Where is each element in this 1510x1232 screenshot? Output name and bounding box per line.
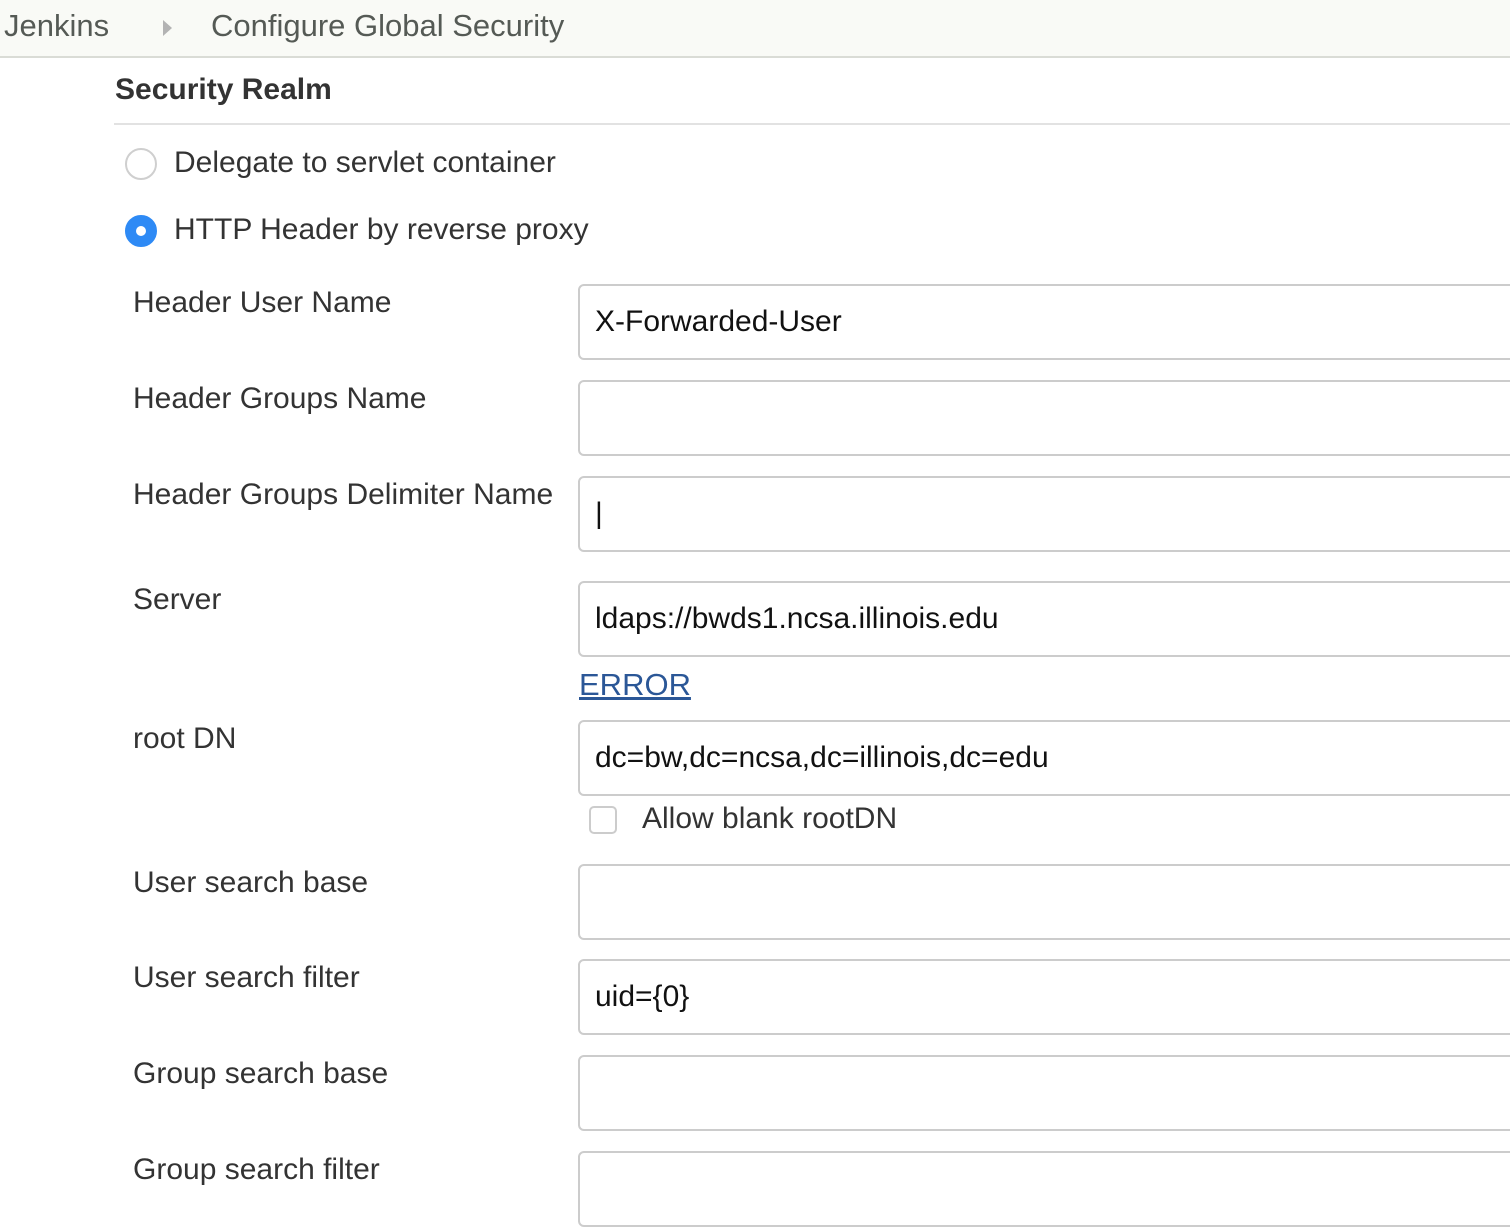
group-search-base-input[interactable] bbox=[578, 1055, 1510, 1131]
allow-blank-rootdn-checkbox[interactable] bbox=[589, 806, 617, 834]
server-label: Server bbox=[133, 583, 222, 616]
header-user-name-label: Header User Name bbox=[133, 286, 392, 319]
header-user-name-input[interactable] bbox=[578, 284, 1510, 360]
header-groups-delimiter-label: Header Groups Delimiter Name bbox=[133, 478, 554, 511]
user-search-filter-input[interactable] bbox=[578, 959, 1510, 1035]
server-input[interactable] bbox=[578, 581, 1510, 657]
header-groups-delimiter-input[interactable] bbox=[578, 476, 1510, 552]
root-dn-label: root DN bbox=[133, 722, 237, 755]
root-dn-input[interactable] bbox=[578, 720, 1510, 796]
radio-http-header-proxy-label: HTTP Header by reverse proxy bbox=[174, 213, 589, 246]
breadcrumb-separator-icon[interactable] bbox=[163, 20, 172, 36]
radio-http-header-proxy[interactable] bbox=[125, 215, 157, 247]
server-error-link[interactable]: ERROR bbox=[579, 667, 691, 703]
group-search-filter-label: Group search filter bbox=[133, 1153, 380, 1186]
user-search-base-input[interactable] bbox=[578, 864, 1510, 940]
breadcrumb-jenkins-link[interactable]: Jenkins bbox=[4, 8, 109, 44]
breadcrumb-current-page[interactable]: Configure Global Security bbox=[211, 8, 564, 44]
radio-servlet-container[interactable] bbox=[125, 148, 157, 180]
user-search-filter-label: User search filter bbox=[133, 961, 360, 994]
header-groups-name-label: Header Groups Name bbox=[133, 382, 427, 415]
user-search-base-label: User search base bbox=[133, 866, 369, 899]
radio-servlet-container-label: Delegate to servlet container bbox=[174, 146, 556, 179]
section-title: Security Realm bbox=[115, 73, 332, 106]
allow-blank-rootdn-label: Allow blank rootDN bbox=[642, 802, 898, 835]
section-divider bbox=[114, 123, 1510, 125]
header-groups-name-input[interactable] bbox=[578, 380, 1510, 456]
group-search-filter-input[interactable] bbox=[578, 1151, 1510, 1227]
breadcrumb: Jenkins Configure Global Security bbox=[0, 0, 1510, 58]
group-search-base-label: Group search base bbox=[133, 1057, 389, 1090]
